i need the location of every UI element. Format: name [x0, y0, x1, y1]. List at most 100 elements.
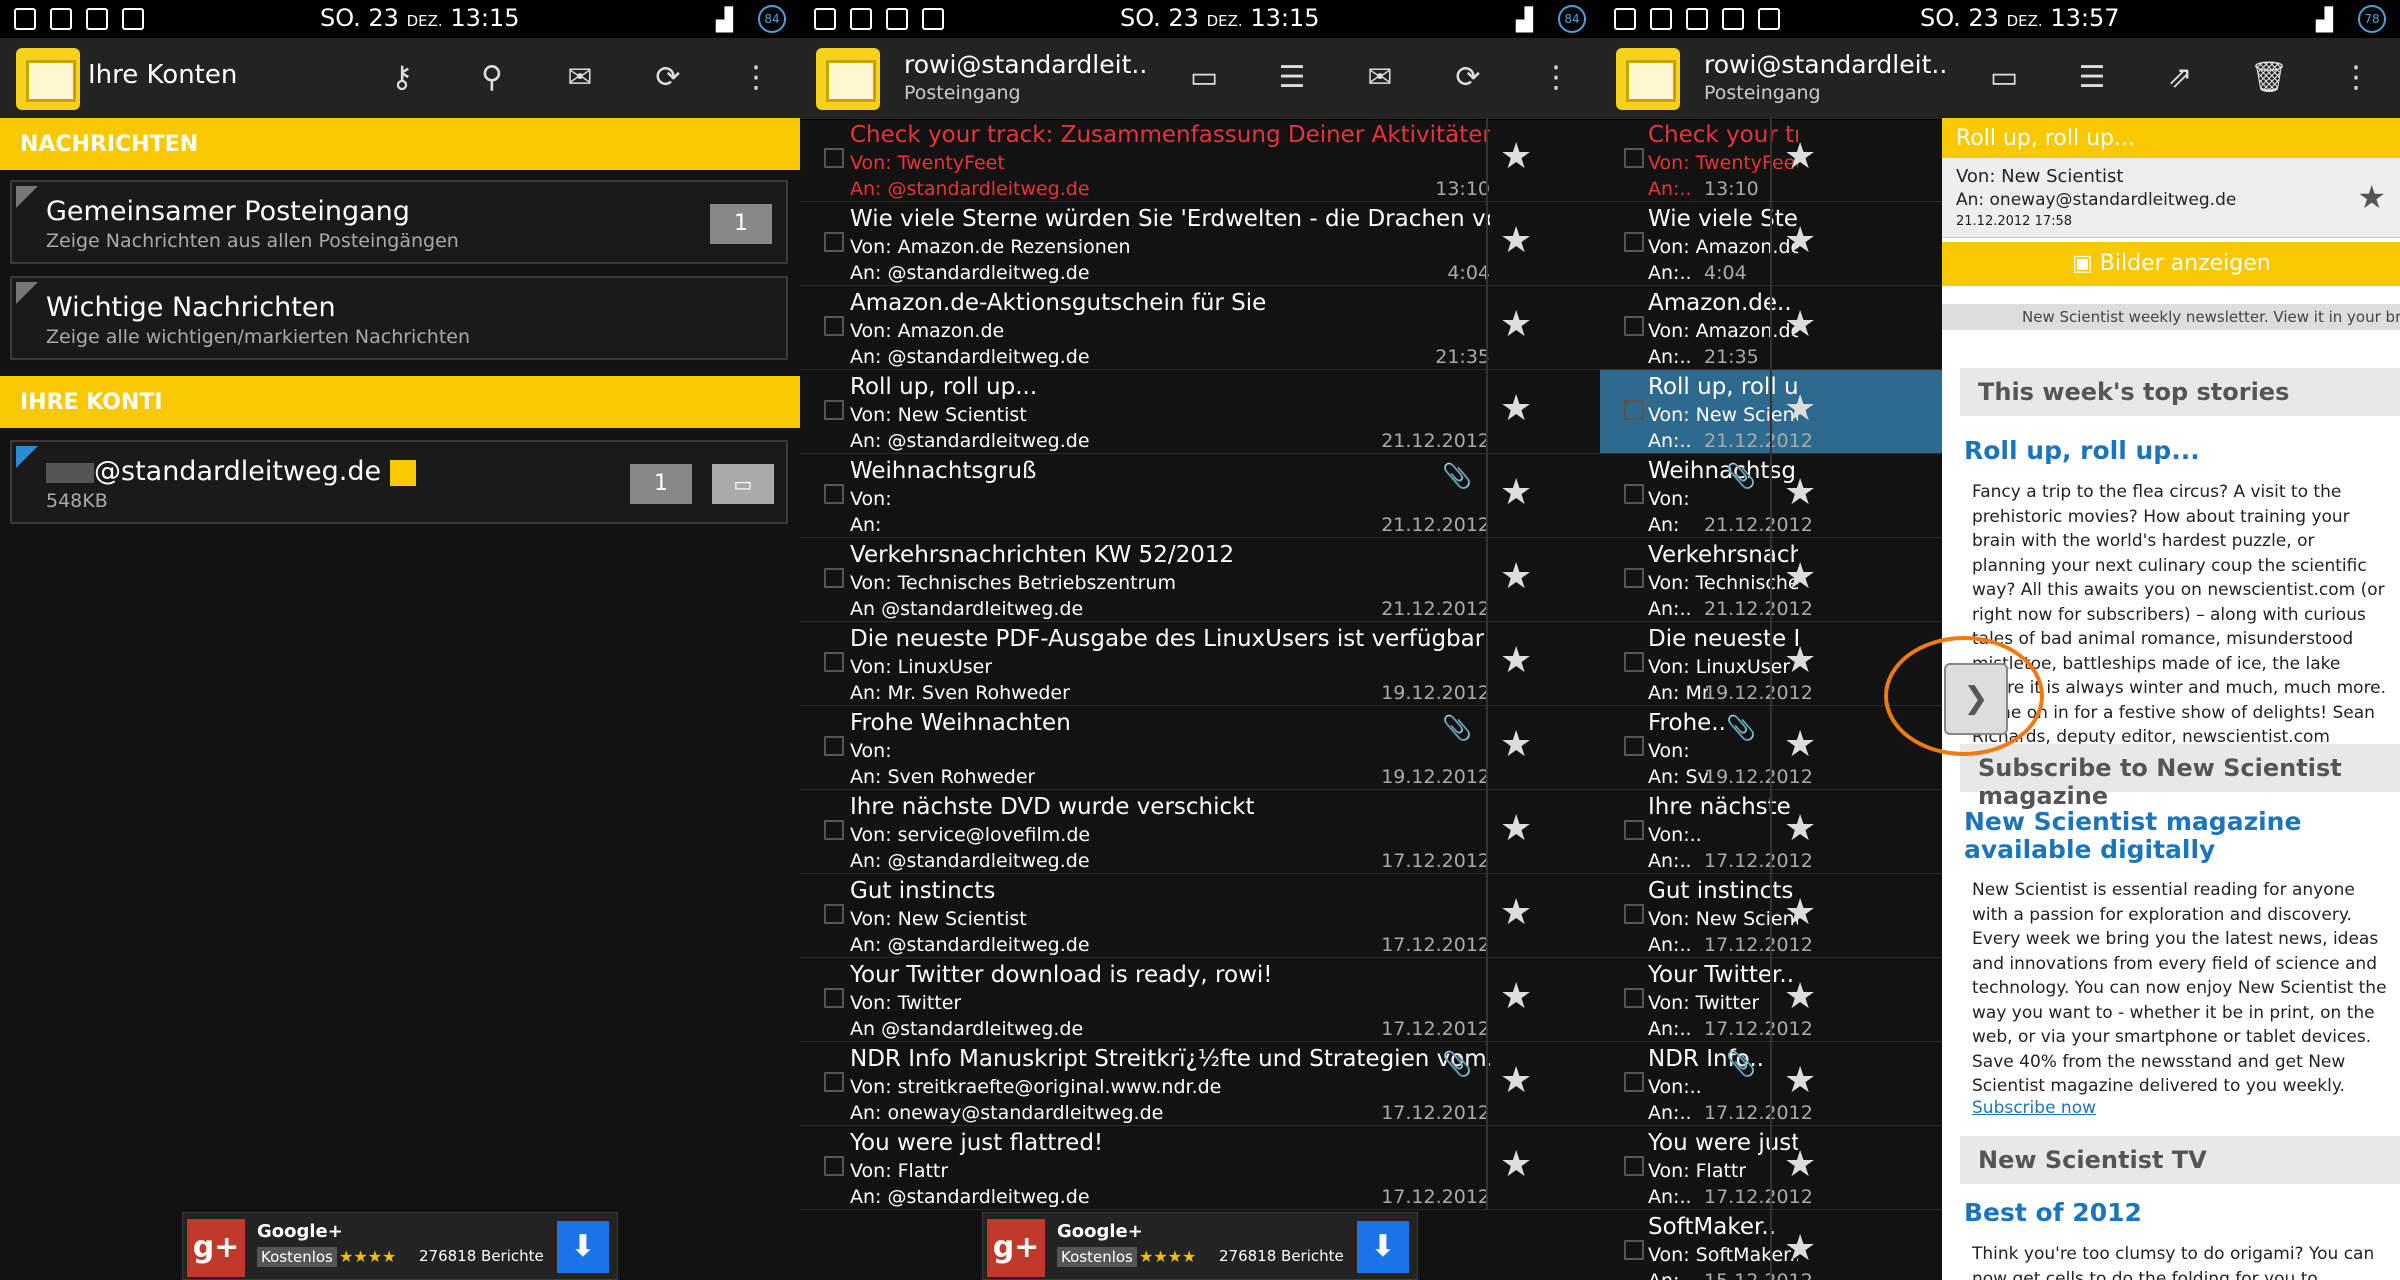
link-magazine-digital[interactable]: New Scientist magazine available digital…	[1964, 808, 2384, 864]
star-icon[interactable]: ★	[1784, 976, 1816, 1017]
star-icon[interactable]: ★	[1784, 136, 1816, 177]
star-icon[interactable]: ★	[1784, 640, 1816, 681]
star-icon[interactable]: ★	[1500, 1144, 1532, 1185]
star-icon[interactable]: ★	[1500, 640, 1532, 681]
message-row[interactable]: Frohe Weihnachten Von: An: Sven Rohweder 19…	[800, 706, 1600, 790]
star-icon[interactable]: ★	[2357, 178, 2386, 216]
compose-icon[interactable]: ✉	[1362, 60, 1398, 96]
message-row[interactable]: Weihnachtsgru Von: An: 21.12.2012 📎 ★	[1600, 454, 1942, 538]
show-images-button[interactable]: ▣ Bilder anzeigen	[1942, 242, 2400, 286]
app-logo-icon[interactable]	[16, 48, 80, 110]
select-checkbox[interactable]	[824, 568, 844, 588]
star-icon[interactable]: ★	[1784, 472, 1816, 513]
message-row[interactable]: You were just flattred! Von: Flattr An: @s…	[800, 1126, 1600, 1210]
select-checkbox[interactable]	[824, 736, 844, 756]
star-icon[interactable]: ★	[1500, 220, 1532, 261]
select-checkbox[interactable]	[824, 400, 844, 420]
star-icon[interactable]: ★	[1500, 472, 1532, 513]
select-checkbox[interactable]	[824, 820, 844, 840]
message-row[interactable]: Wie viele Sterne würden Sie 'Erdwelten -…	[800, 202, 1600, 286]
account-title[interactable]: rowi@standardleit..	[1704, 50, 1947, 79]
archive-icon[interactable]: ▭	[1186, 60, 1222, 96]
message-row[interactable]: SoftMaker.. Von: SoftMaker.. An:.. 15.12.20…	[1600, 1210, 1942, 1280]
select-checkbox[interactable]	[1624, 736, 1644, 756]
message-row[interactable]: Ihre nächste DVD.. Von:.. An:.. 17.12.2012★	[1600, 790, 1942, 874]
select-checkbox[interactable]	[1624, 1072, 1644, 1092]
link-roll-up[interactable]: Roll up, roll up...	[1964, 436, 2200, 465]
star-icon[interactable]: ★	[1784, 892, 1816, 933]
overflow-menu-icon[interactable]: ⋮	[738, 60, 774, 96]
sort-icon[interactable]: ☰	[2074, 60, 2110, 96]
select-checkbox[interactable]	[824, 484, 844, 504]
subscribe-link[interactable]: Subscribe now	[1972, 1096, 2392, 1121]
select-checkbox[interactable]	[1624, 904, 1644, 924]
select-checkbox[interactable]	[1624, 1240, 1644, 1260]
message-row[interactable]: Check your track:.. Von: TwentyFeet An:.. 1…	[1600, 118, 1942, 202]
refresh-icon[interactable]: ⟳	[1450, 60, 1486, 96]
refresh-icon[interactable]: ⟳	[650, 60, 686, 96]
star-icon[interactable]: ★	[1500, 724, 1532, 765]
select-checkbox[interactable]	[1624, 148, 1644, 168]
star-icon[interactable]: ★	[1500, 136, 1532, 177]
account-unread-badge[interactable]: 1	[630, 464, 692, 504]
message-row[interactable]: Wie viele Sterne.. Von: Amazon.de.. An:.. 4…	[1600, 202, 1942, 286]
select-checkbox[interactable]	[824, 148, 844, 168]
star-icon[interactable]: ★	[1784, 304, 1816, 345]
star-icon[interactable]: ★	[1784, 1144, 1816, 1185]
select-checkbox[interactable]	[824, 652, 844, 672]
star-icon[interactable]: ★	[1500, 388, 1532, 429]
star-icon[interactable]: ★	[1500, 892, 1532, 933]
share-icon[interactable]: ⇗	[2162, 60, 2198, 96]
compose-icon[interactable]: ✉	[562, 60, 598, 96]
app-logo-icon[interactable]	[1616, 48, 1680, 110]
star-icon[interactable]: ★	[1500, 556, 1532, 597]
select-checkbox[interactable]	[824, 904, 844, 924]
overflow-menu-icon[interactable]: ⋮	[1538, 60, 1574, 96]
star-icon[interactable]: ★	[1784, 388, 1816, 429]
download-icon[interactable]: ⬇	[557, 1221, 609, 1273]
sort-icon[interactable]: ☰	[1274, 60, 1310, 96]
delete-icon[interactable]: 🗑	[2250, 60, 2288, 96]
message-row[interactable]: Die neueste PDF-Ausgabe des LinuxUsers i…	[800, 622, 1600, 706]
select-checkbox[interactable]	[1624, 652, 1644, 672]
archive-icon[interactable]: ▭	[1986, 60, 2022, 96]
account-item[interactable]: @standardleitweg.de 548KB 1 ▭	[10, 440, 788, 524]
message-row[interactable]: Gut instinctsVon: New ScientistAn:..17.1…	[1600, 874, 1942, 958]
add-account-icon[interactable]: ⚷	[384, 60, 420, 96]
app-logo-icon[interactable]	[816, 48, 880, 110]
star-icon[interactable]: ★	[1784, 556, 1816, 597]
message-row[interactable]: Weihnachtsgruß Von: An: 21.12.2012 📎 ★	[800, 454, 1600, 538]
select-checkbox[interactable]	[824, 1072, 844, 1092]
message-row[interactable]: Roll up, roll up... Von: New Scientist An:…	[1600, 370, 1942, 454]
folder-title[interactable]: Posteingang	[1704, 82, 1821, 104]
star-icon[interactable]: ★	[1784, 808, 1816, 849]
message-row[interactable]: Ihre nächste DVD wurde verschickt Von: se…	[800, 790, 1600, 874]
account-title[interactable]: rowi@standardleit..	[904, 50, 1147, 79]
select-checkbox[interactable]	[1624, 400, 1644, 420]
star-icon[interactable]: ★	[1500, 1060, 1532, 1101]
message-row[interactable]: Gut instincts Von: New Scientist An: @stan…	[800, 874, 1600, 958]
select-checkbox[interactable]	[1624, 316, 1644, 336]
message-row[interactable]: NDR Info.. Von:.. An:.. 17.12.2012 📎 ★	[1600, 1042, 1942, 1126]
folder-title[interactable]: Posteingang	[904, 82, 1021, 104]
unread-count-badge[interactable]: 1	[710, 204, 772, 244]
star-icon[interactable]: ★	[1500, 976, 1532, 1017]
star-icon[interactable]: ★	[1784, 724, 1816, 765]
message-row[interactable]: Your Twitter download is ready, rowi! Von…	[800, 958, 1600, 1042]
archive-icon[interactable]: ▭	[712, 464, 774, 504]
star-icon[interactable]: ★	[1500, 808, 1532, 849]
message-row[interactable]: Roll up, roll up... Von: New Scientist An:…	[800, 370, 1600, 454]
star-icon[interactable]: ★	[1500, 304, 1532, 345]
select-checkbox[interactable]	[824, 316, 844, 336]
select-checkbox[interactable]	[1624, 820, 1644, 840]
overflow-menu-icon[interactable]: ⋮	[2338, 60, 2374, 96]
select-checkbox[interactable]	[1624, 988, 1644, 1008]
message-row[interactable]: Amazon.de.. Von: Amazon.de An:.. 21:35 ★	[1600, 286, 1942, 370]
message-row[interactable]: Amazon.de-Aktionsgutschein für Sie Von: A…	[800, 286, 1600, 370]
message-row[interactable]: Check your track: Zusammenfassung Deiner…	[800, 118, 1600, 202]
unified-inbox-item[interactable]: Gemeinsamer Posteingang Zeige Nachrichte…	[10, 180, 788, 264]
search-icon[interactable]: ⚲	[474, 60, 510, 96]
select-checkbox[interactable]	[824, 232, 844, 252]
star-icon[interactable]: ★	[1784, 220, 1816, 261]
select-checkbox[interactable]	[1624, 1156, 1644, 1176]
